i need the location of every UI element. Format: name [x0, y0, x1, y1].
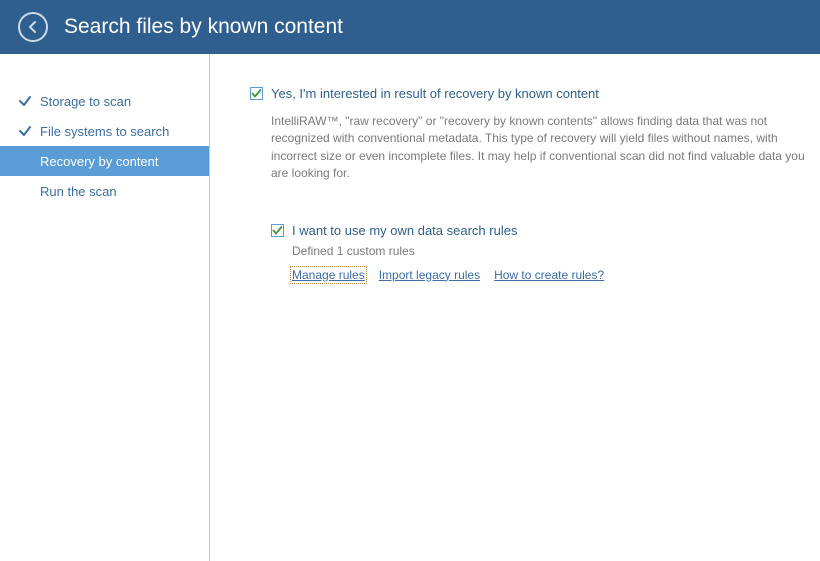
checkmark-icon [272, 225, 283, 236]
checkmark-icon [18, 94, 32, 108]
link-how-to-create-rules[interactable]: How to create rules? [494, 268, 604, 282]
checkbox-known-content-label[interactable]: Yes, I'm interested in result of recover… [271, 86, 599, 101]
checkmark-icon [18, 124, 32, 138]
sidebar-item-filesystems[interactable]: File systems to search [0, 116, 209, 146]
option-own-rules-row: I want to use my own data search rules [271, 223, 820, 238]
sidebar-item-label: Storage to scan [40, 94, 131, 109]
spacer [18, 184, 32, 198]
sidebar-item-label: File systems to search [40, 124, 169, 139]
arrow-left-icon [26, 20, 40, 34]
checkbox-known-content[interactable] [250, 87, 263, 100]
page-title: Search files by known content [64, 15, 343, 39]
known-content-description: IntelliRAW™, "raw recovery" or "recovery… [271, 113, 820, 183]
spacer [18, 154, 32, 168]
link-manage-rules[interactable]: Manage rules [292, 268, 365, 282]
header-bar: Search files by known content [0, 0, 820, 54]
option-known-content-row: Yes, I'm interested in result of recover… [250, 86, 820, 101]
link-import-legacy-rules[interactable]: Import legacy rules [379, 268, 480, 282]
sidebar-item-recovery[interactable]: Recovery by content [0, 146, 209, 176]
defined-rules-text: Defined 1 custom rules [292, 244, 820, 258]
back-button[interactable] [18, 12, 48, 42]
sidebar-item-label: Recovery by content [40, 154, 159, 169]
checkbox-own-rules[interactable] [271, 224, 284, 237]
sidebar-item-label: Run the scan [40, 184, 117, 199]
main-panel: Yes, I'm interested in result of recover… [210, 54, 820, 561]
sidebar-item-runscan[interactable]: Run the scan [0, 176, 209, 206]
checkmark-icon [251, 88, 262, 99]
wizard-sidebar: Storage to scan File systems to search R… [0, 54, 210, 561]
rules-links: Manage rules Import legacy rules How to … [292, 268, 820, 282]
sidebar-item-storage[interactable]: Storage to scan [0, 86, 209, 116]
checkbox-own-rules-label[interactable]: I want to use my own data search rules [292, 223, 517, 238]
